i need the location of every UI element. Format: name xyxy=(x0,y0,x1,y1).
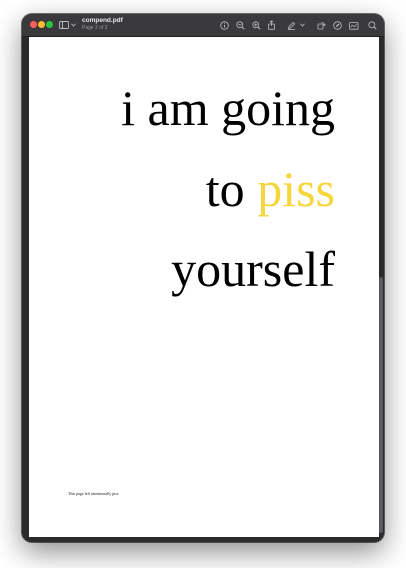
pdf-page: i am going to piss yourself This page le… xyxy=(29,37,379,537)
page-footnote: This page left intentionally piss xyxy=(68,491,119,496)
chevron-down-icon xyxy=(299,23,305,27)
headline-accent-word: piss xyxy=(257,161,335,217)
sidebar-icon xyxy=(59,21,69,29)
sign-icon xyxy=(349,21,359,30)
document-title: compend.pdf xyxy=(82,17,123,24)
headline-line-2-prefix: to xyxy=(205,161,258,217)
vertical-scrollbar[interactable] xyxy=(379,277,383,533)
sidebar-toggle-button[interactable] xyxy=(59,19,79,31)
preview-window: compend.pdf Page 2 of 2 i am going to pi… xyxy=(22,14,384,542)
markup-button[interactable] xyxy=(285,19,297,31)
maximize-window-button[interactable] xyxy=(46,21,53,28)
search-icon xyxy=(367,20,377,30)
markup-pen-icon xyxy=(287,21,295,30)
headline-line-3: yourself xyxy=(171,241,335,297)
zoom-in-icon xyxy=(251,20,261,30)
zoom-out-button[interactable] xyxy=(234,19,246,31)
close-window-button[interactable] xyxy=(30,21,37,28)
document-viewport[interactable]: i am going to piss yourself This page le… xyxy=(22,37,384,542)
page-indicator: Page 2 of 2 xyxy=(82,25,108,31)
markup-menu-button[interactable] xyxy=(298,19,306,31)
rotate-icon xyxy=(317,21,326,29)
headline-line-1: i am going xyxy=(121,80,335,136)
sign-button[interactable] xyxy=(348,19,360,31)
annotate-icon xyxy=(332,20,342,30)
title-bar: compend.pdf Page 2 of 2 xyxy=(22,14,384,37)
info-button[interactable] xyxy=(218,19,230,31)
chevron-down-icon xyxy=(71,23,76,27)
document-title-block: compend.pdf Page 2 of 2 xyxy=(82,17,123,32)
annotate-button[interactable] xyxy=(331,19,343,31)
headline-line-2: to piss xyxy=(206,164,335,214)
zoom-in-button[interactable] xyxy=(250,19,262,31)
info-icon xyxy=(219,20,229,30)
zoom-out-icon xyxy=(235,20,245,30)
share-button[interactable] xyxy=(265,19,277,31)
rotate-button[interactable] xyxy=(315,19,327,31)
search-button[interactable] xyxy=(366,19,378,31)
minimize-window-button[interactable] xyxy=(38,21,45,28)
share-icon xyxy=(267,20,275,30)
